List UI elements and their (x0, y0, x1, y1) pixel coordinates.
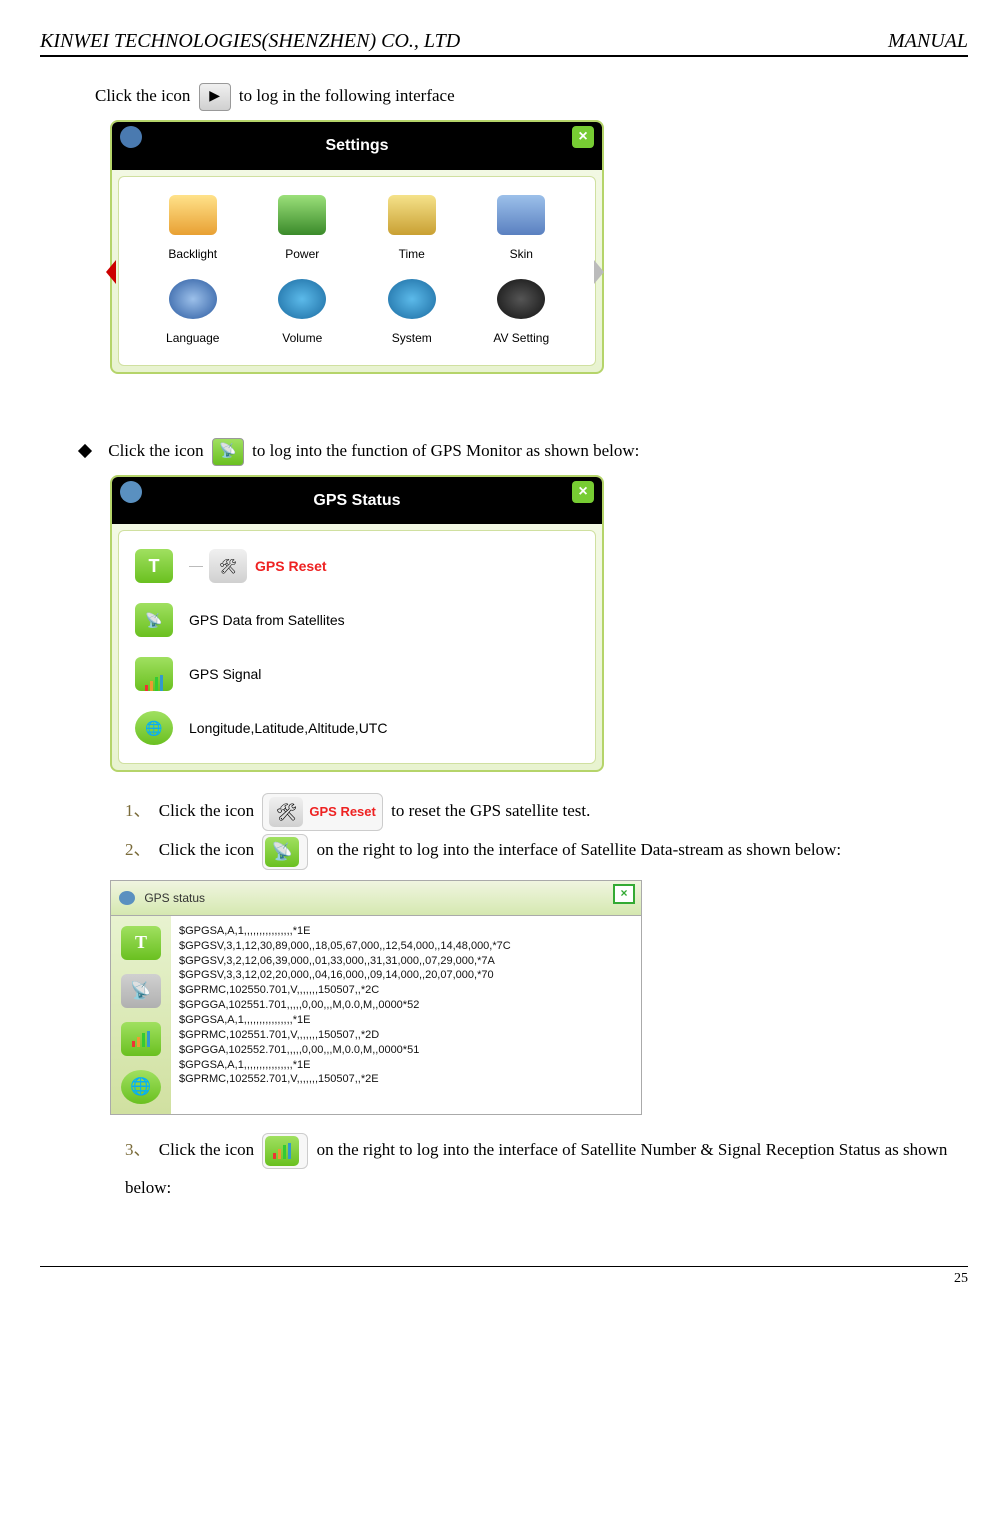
settings-item-power[interactable]: Power (253, 195, 353, 267)
gps-row-reset[interactable]: T 🛠 GPS Reset (131, 539, 583, 593)
label: AV Setting (472, 325, 572, 351)
satellite-dish-icon: 📡 (265, 837, 299, 867)
satellite-icon (120, 481, 142, 503)
gear-icon (120, 126, 142, 148)
settings-title: Settings (325, 137, 388, 154)
text: to log into the function of GPS Monitor … (252, 441, 639, 460)
side-btn-globe[interactable]: 🌐 (121, 1070, 161, 1104)
text: on the right to log into the interface o… (317, 840, 842, 859)
satellite-dish-icon: 📡 (135, 603, 173, 637)
step-3: 3、 Click the icon on the right to log in… (125, 1131, 968, 1206)
settings-item-backlight[interactable]: Backlight (143, 195, 243, 267)
settings-panel: Settings × Backlight Power Time Skin Lan… (110, 120, 604, 374)
tools-icon: 🛠 (209, 549, 247, 583)
side-btn-t[interactable]: T (121, 926, 161, 960)
page-number: 25 (954, 1271, 968, 1286)
label: Language (143, 325, 243, 351)
page-header: KINWEI TECHNOLOGIES(SHENZHEN) CO., LTD M… (40, 30, 968, 57)
step-2: 2、 Click the icon 📡 on the right to log … (125, 831, 968, 869)
close-icon[interactable]: × (572, 481, 594, 503)
side-btn-satellite[interactable]: 📡 (121, 974, 161, 1008)
label: System (362, 325, 462, 351)
text: to log in the following interface (239, 86, 455, 105)
page-footer: 25 (40, 1266, 968, 1287)
label: Skin (472, 241, 572, 267)
gps-reset-button[interactable]: 🛠 GPS Reset (262, 793, 382, 831)
text: Click the icon (159, 801, 259, 820)
close-icon[interactable]: × (613, 884, 635, 904)
globe-icon: 🌐 (135, 711, 173, 745)
gps-status-list: T 🛠 GPS Reset 📡 GPS Data from Satellites… (118, 530, 596, 764)
label: Time (362, 241, 462, 267)
text: Click the icon (95, 86, 195, 105)
step-number: 3、 (125, 1140, 151, 1159)
intro-line: Click the icon ▶ to log in the following… (95, 77, 968, 114)
side-btn-signal[interactable] (121, 1022, 161, 1056)
label: GPS Data from Satellites (189, 605, 345, 636)
gps-row-data[interactable]: 📡 GPS Data from Satellites (131, 593, 583, 647)
power-icon (278, 195, 326, 235)
backlight-icon (169, 195, 217, 235)
side-toolbar: T 📡 🌐 (111, 916, 171, 1114)
satellite-data-button[interactable]: 📡 (262, 834, 308, 870)
text: to reset the GPS satellite test. (391, 801, 590, 820)
signal-button[interactable] (262, 1133, 308, 1169)
signal-bars-icon (135, 657, 173, 691)
gps-status-title: GPS Status (313, 492, 400, 509)
label: Volume (253, 325, 353, 351)
settings-item-volume[interactable]: Volume (253, 279, 353, 351)
gps-data-title-bar: GPS status × (111, 881, 641, 916)
label: GPS Reset (255, 551, 327, 582)
tools-icon: 🛠 (269, 797, 303, 827)
nmea-stream: $GPGSA,A,1,,,,,,,,,,,,,,,,*1E $GPGSV,3,1… (171, 916, 641, 1114)
gps-row-signal[interactable]: GPS Signal (131, 647, 583, 701)
company-name: KINWEI TECHNOLOGIES(SHENZHEN) CO., LTD (40, 30, 460, 53)
text: Click the icon (159, 840, 259, 859)
step-number: 2、 (125, 840, 151, 859)
gps-status-title-bar: GPS Status × (112, 477, 602, 524)
settings-item-time[interactable]: Time (362, 195, 462, 267)
text: Click the icon (159, 1140, 259, 1159)
title: GPS status (144, 891, 205, 905)
settings-item-system[interactable]: System (362, 279, 462, 351)
arrow-right-icon[interactable]: ▶ (199, 83, 231, 111)
gps-status-panel: GPS Status × T 🛠 GPS Reset 📡 GPS Data fr… (110, 475, 604, 772)
settings-item-language[interactable]: Language (143, 279, 243, 351)
skin-icon (497, 195, 545, 235)
language-icon (169, 279, 217, 319)
time-icon (388, 195, 436, 235)
volume-icon (278, 279, 326, 319)
bullet-gps-monitor: Click the icon 📡 to log into the functio… (40, 432, 968, 469)
prev-arrow-icon[interactable] (106, 260, 116, 284)
text: Click the icon (108, 441, 208, 460)
gps-row-coords[interactable]: 🌐 Longitude,Latitude,Altitude,UTC (131, 701, 583, 755)
settings-item-avsetting[interactable]: AV Setting (472, 279, 572, 351)
settings-title-bar: Settings × (112, 122, 602, 169)
step-1: 1、 Click the icon 🛠 GPS Reset to reset t… (125, 792, 968, 831)
label: Backlight (143, 241, 243, 267)
letter-t-icon: T (135, 549, 173, 583)
avsetting-icon (497, 279, 545, 319)
satellite-icon (119, 891, 135, 905)
signal-bars-icon (265, 1136, 299, 1166)
doc-type: MANUAL (888, 30, 968, 53)
system-icon (388, 279, 436, 319)
settings-item-skin[interactable]: Skin (472, 195, 572, 267)
close-icon[interactable]: × (572, 126, 594, 148)
label: GPS Reset (309, 798, 375, 827)
connector-line (189, 566, 203, 567)
gps-data-stream-panel: GPS status × T 📡 🌐 $GPGSA,A,1,,,,,,,,,,,… (110, 880, 642, 1115)
satellite-icon[interactable]: 📡 (212, 438, 244, 466)
settings-grid: Backlight Power Time Skin Language Volum… (118, 176, 596, 367)
label: Power (253, 241, 353, 267)
next-arrow-icon[interactable] (594, 260, 604, 284)
label: GPS Signal (189, 659, 261, 690)
label: Longitude,Latitude,Altitude,UTC (189, 713, 387, 744)
bullet-diamond-icon (78, 444, 92, 458)
step-number: 1、 (125, 801, 151, 820)
